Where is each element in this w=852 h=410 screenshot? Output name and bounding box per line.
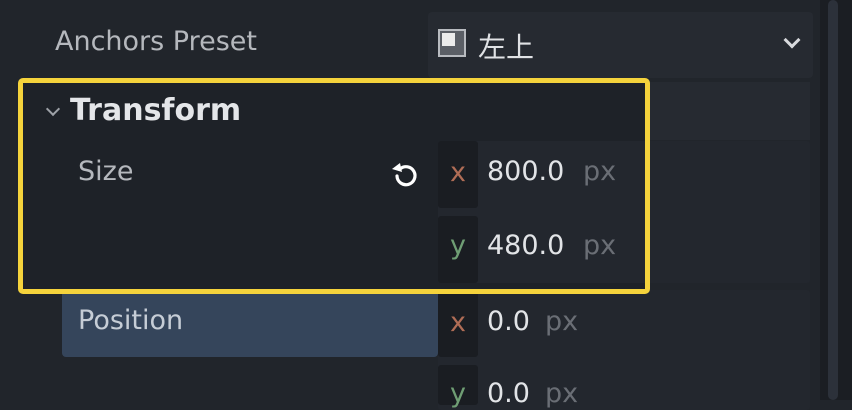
inspector-scrollbar[interactable]	[828, 0, 838, 400]
size-y-unit: px	[583, 230, 617, 261]
position-x-axis-label: x	[450, 307, 466, 338]
anchors-preset-label: Anchors Preset	[55, 26, 257, 57]
reset-icon[interactable]	[388, 160, 422, 192]
size-y-axis-label: y	[450, 230, 466, 261]
size-x-axis-label: x	[450, 157, 466, 188]
size-label: Size	[78, 156, 134, 187]
position-y-input[interactable]: 0.0	[487, 378, 530, 409]
transform-section-title: Transform	[70, 93, 242, 128]
position-y-unit: px	[545, 378, 579, 409]
size-y-input[interactable]: 480.0	[487, 230, 564, 261]
anchors-preset-value: 左上	[478, 31, 535, 64]
position-y-axis-label: y	[450, 378, 466, 409]
position-label: Position	[78, 305, 184, 336]
position-x-unit: px	[545, 306, 579, 337]
size-x-input[interactable]: 800.0	[487, 156, 564, 187]
size-x-unit: px	[583, 156, 617, 187]
position-x-input[interactable]: 0.0	[487, 306, 530, 337]
anchor-top-left-icon-mark	[442, 33, 455, 46]
